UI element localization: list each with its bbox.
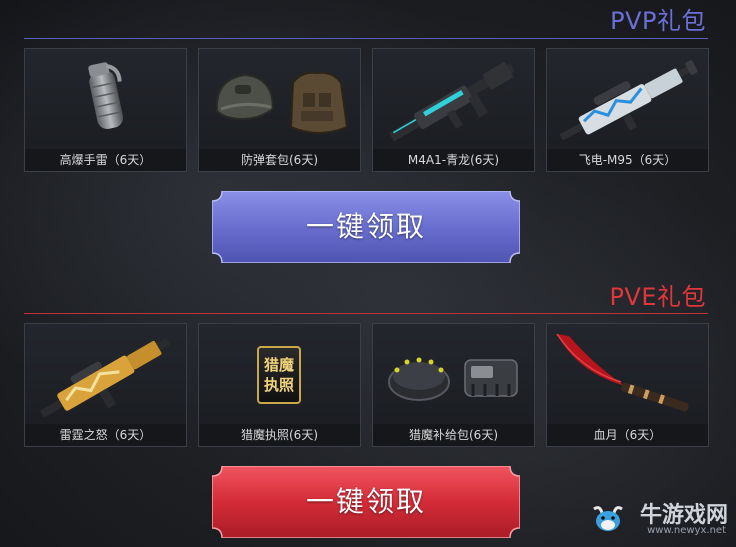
pve-claim-button-label: 一键领取 (305, 485, 426, 518)
pve-item-hunter-license[interactable]: 猎魔执照 猎魔执照(6天) (198, 323, 361, 447)
watermark-url: www.newyx.net (647, 525, 726, 536)
pve-item-supply-pack[interactable]: 猎魔补给包(6天) (372, 323, 535, 447)
item-label: 猎魔执照(6天) (199, 424, 360, 446)
helmet-vest-icon (215, 71, 349, 134)
supply-pack-icon (388, 357, 518, 401)
item-label: 血月（6天） (547, 424, 708, 446)
pve-section-title: PVE礼包 (609, 283, 706, 311)
pvp-item-m4a1[interactable]: M4A1-青龙(6天) (372, 48, 535, 172)
pve-claim-all-button[interactable]: 一键领取 (212, 466, 520, 538)
item-label: 猎魔补给包(6天) (373, 424, 534, 446)
pvp-claim-button-label: 一键领取 (305, 210, 426, 243)
pve-item-thunder-wrath[interactable]: 雷霆之怒（6天） (24, 323, 187, 447)
pvp-item-m95[interactable]: 飞电-M95（6天） (546, 48, 709, 172)
rifle-icon (389, 62, 515, 141)
pvp-item-armor-set[interactable]: 防弹套包(6天) (198, 48, 361, 172)
pvp-section-title: PVP礼包 (610, 7, 706, 35)
item-label: 防弹套包(6天) (199, 149, 360, 171)
item-label: M4A1-青龙(6天) (373, 149, 534, 171)
pvp-item-grenade[interactable]: 高爆手雷（6天） (24, 48, 187, 172)
blood-moon-scythe-icon (556, 333, 689, 412)
item-label: 飞电-M95（6天） (547, 149, 708, 171)
license-badge-text: 猎魔执照 (263, 356, 294, 394)
pve-divider (24, 313, 708, 314)
pvp-claim-all-button[interactable]: 一键领取 (212, 191, 520, 263)
grenade-icon (88, 62, 124, 129)
license-badge-icon: 猎魔执照 (199, 324, 360, 424)
pvp-divider (24, 38, 708, 39)
sniper-rifle-icon (560, 60, 698, 140)
site-watermark: 牛游戏网 www.newyx.net (590, 499, 730, 541)
pve-item-list: 雷霆之怒（6天） 猎魔执照 猎魔执照(6天) 猎魔补给包(6天) 血月（6天） (24, 323, 709, 447)
item-label: 雷霆之怒（6天） (25, 424, 186, 446)
item-label: 高爆手雷（6天） (25, 149, 186, 171)
pvp-item-list: 高爆手雷（6天） 防弹套包(6天) M4A1-青龙(6天) 飞电-M95（6天） (24, 48, 709, 172)
pve-item-blood-moon[interactable]: 血月（6天） (546, 323, 709, 447)
bull-mascot-icon (593, 506, 623, 531)
gold-rifle-icon (40, 338, 170, 417)
